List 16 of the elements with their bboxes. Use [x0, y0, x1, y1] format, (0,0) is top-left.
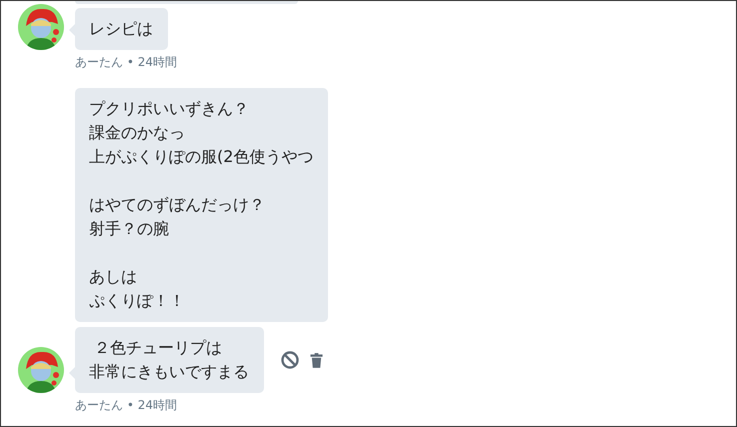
- message-line: ２色チューリプは: [93, 337, 224, 359]
- block-icon[interactable]: [280, 350, 300, 370]
- message-meta: あーたん • 24時間: [75, 397, 178, 414]
- message-line: レシピは: [89, 18, 153, 40]
- message-line: 非常にきもいですまる: [89, 361, 249, 383]
- avatar[interactable]: [18, 347, 64, 393]
- trash-icon[interactable]: [310, 352, 323, 368]
- message-meta: あーたん • 24時間: [75, 54, 178, 71]
- message-line: 射手？の腕: [89, 218, 170, 240]
- avatar[interactable]: [18, 4, 64, 50]
- message-line: あしは: [89, 266, 138, 288]
- message-line: プクリポいいずきん？: [89, 98, 250, 120]
- message-line: ぷくりぽ！！: [89, 290, 186, 312]
- message-line: はやてのずぼんだっけ？: [89, 194, 266, 216]
- message-line: 課金のかなっ: [89, 122, 186, 144]
- message-line: 上がぷくりぽの服(2色使うやつ: [89, 146, 314, 168]
